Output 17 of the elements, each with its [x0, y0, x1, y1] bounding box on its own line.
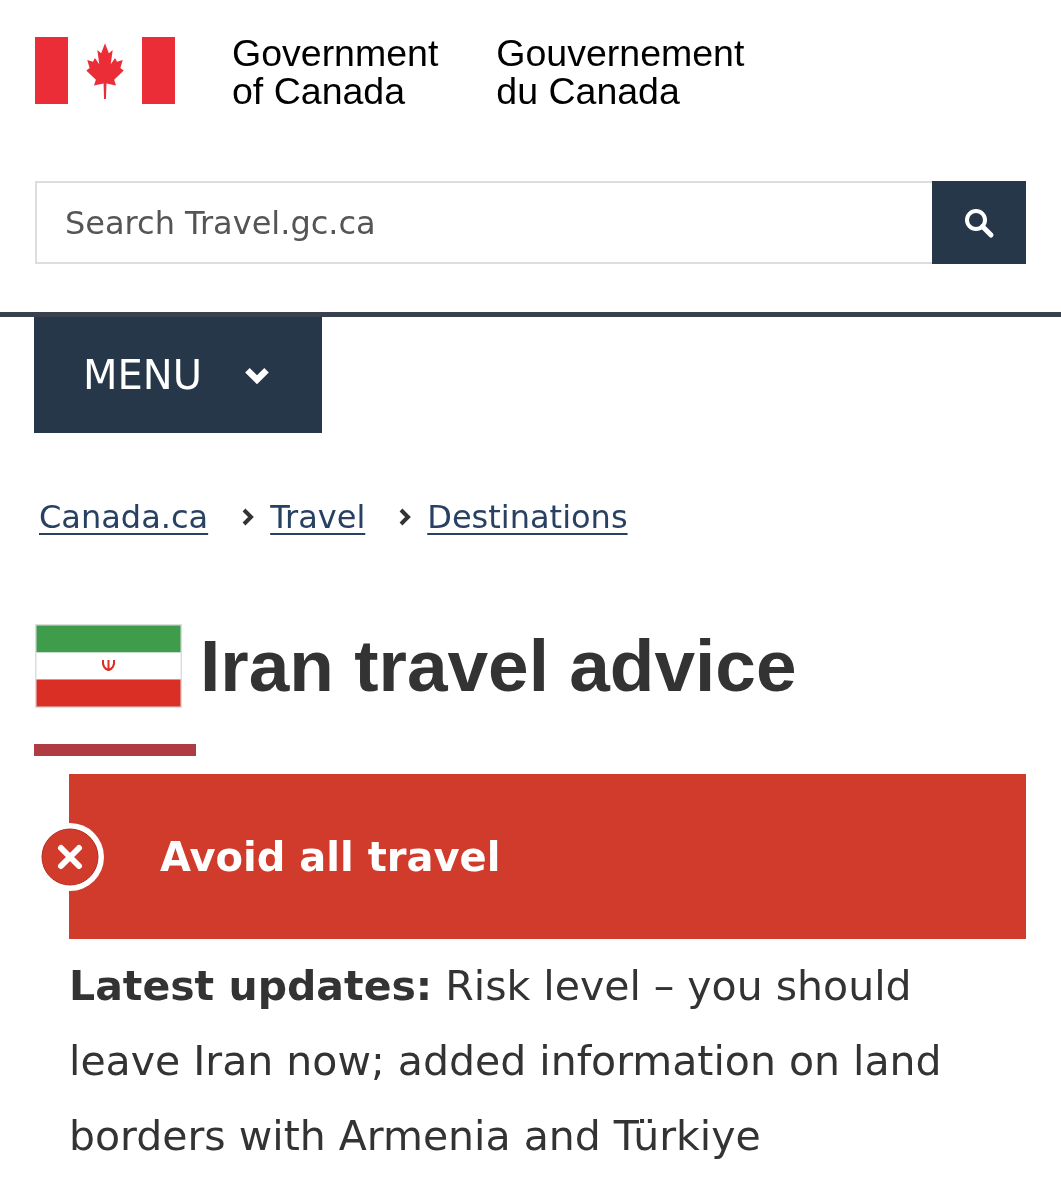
chevron-down-icon: [244, 366, 270, 384]
menu-button[interactable]: MENU: [34, 317, 322, 433]
wordmark-english: Government of Canada: [232, 34, 439, 110]
breadcrumb-link[interactable]: Canada.ca: [39, 498, 209, 536]
page-title: Iran travel advice: [200, 624, 797, 708]
breadcrumb-link[interactable]: Destinations: [427, 498, 628, 536]
risk-level-label: Avoid all travel: [160, 833, 501, 880]
canada-flag-icon: [35, 37, 175, 104]
wordmark-french: Gouvernement du Canada: [496, 34, 745, 110]
breadcrumb-link[interactable]: Travel: [270, 498, 366, 536]
search-button[interactable]: [932, 181, 1026, 264]
latest-updates-text: Latest updates: Risk level – you should leave Iran now; added information on land borders with Armenia and Türkiye: [69, 961, 943, 1162]
iran-flag-icon: [35, 624, 182, 708]
chevron-right-icon: [399, 508, 412, 526]
chevron-right-icon: [242, 508, 255, 526]
search-field[interactable]: Search Travel.gc.ca: [35, 181, 932, 264]
search-icon: [963, 206, 995, 239]
